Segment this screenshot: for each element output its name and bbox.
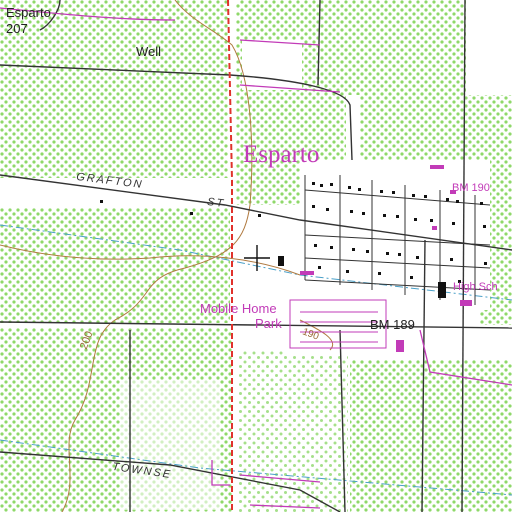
road-label-st: ST [206, 195, 226, 211]
magenta-building-2 [396, 340, 404, 352]
magenta-building-4 [430, 165, 444, 169]
mobile-home-label: Mobile Home [200, 301, 277, 316]
orchard-w [0, 208, 230, 323]
topo-map[interactable]: Esparto 207 Well Esparto GRAFTON ST BM 1… [0, 0, 512, 512]
school-building [438, 282, 446, 298]
benchmark-label-190: BM 190 [452, 182, 490, 194]
magenta-building-3 [460, 300, 472, 306]
park-label: Park [255, 316, 282, 331]
magenta-building-1 [300, 271, 314, 275]
orchard-se [350, 360, 512, 512]
well-label: Well [136, 44, 162, 59]
crosshair-icon[interactable] [244, 245, 270, 271]
benchmark-label-189: BM 189 [370, 317, 415, 332]
place-label-esparto-corner: Esparto [6, 5, 51, 20]
map-canvas [0, 0, 512, 512]
school-label: High Sch [453, 281, 498, 293]
town-name-label: Esparto [243, 141, 320, 168]
elevation-label-207: 207 [6, 21, 28, 36]
water-tank [278, 256, 284, 266]
orchard-s [238, 350, 348, 512]
clearing-2 [120, 380, 220, 510]
orchard-nw [0, 0, 228, 178]
